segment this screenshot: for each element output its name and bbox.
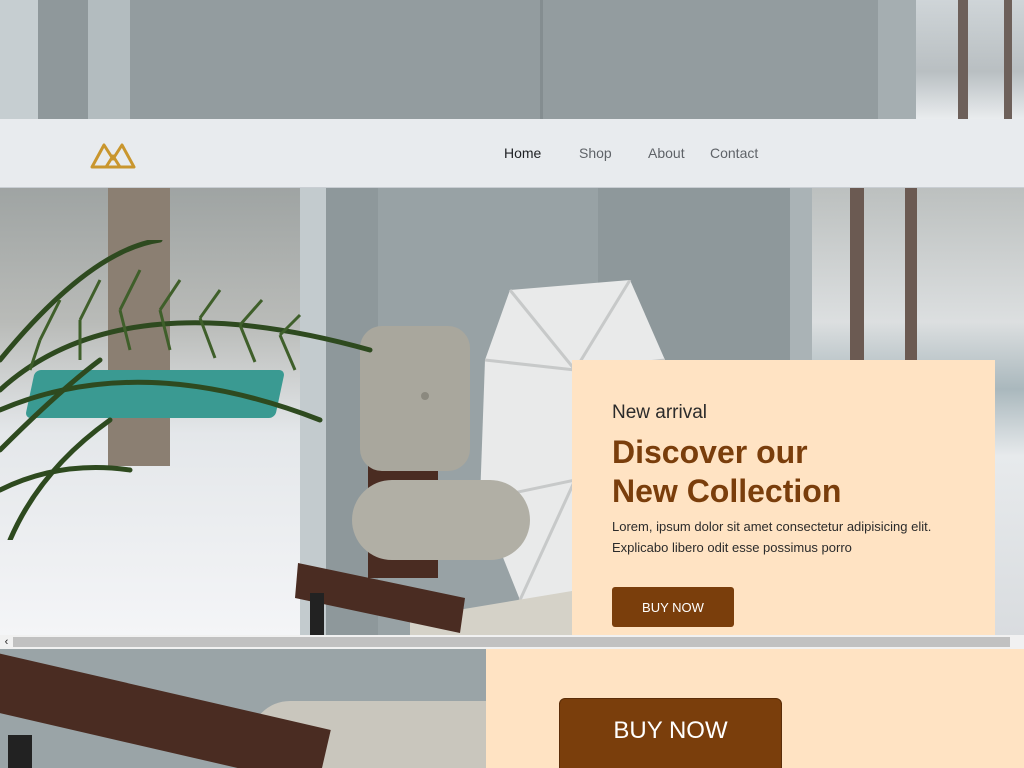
hero-eyebrow: New arrival [612, 402, 708, 423]
nav-link-about[interactable]: About [648, 145, 685, 161]
chevron-left-icon[interactable]: ‹ [0, 635, 13, 649]
navbar: Home Shop About Contact [0, 119, 1024, 188]
background-photo-top [0, 0, 1024, 119]
window-frame [88, 0, 130, 119]
horizontal-scrollbar[interactable]: ‹ [0, 635, 1024, 649]
nav-link-contact[interactable]: Contact [710, 145, 758, 161]
hero-description-line: Lorem, ipsum dolor sit amet consectetur … [612, 519, 932, 534]
wall [130, 0, 910, 119]
hero-title-line: New Collection [612, 473, 842, 509]
window-frame [0, 0, 38, 119]
nav-link-home[interactable]: Home [504, 145, 541, 161]
hero-description-line: Explicabo libero odit esse possimus porr… [612, 540, 852, 555]
palm-plant-image [0, 240, 373, 540]
buy-now-button[interactable]: BUY NOW [612, 587, 734, 627]
hero-card: New arrival Discover our New Collection … [572, 360, 995, 635]
scrollbar-thumb[interactable] [13, 637, 1010, 647]
mountain-logo-icon[interactable] [90, 141, 136, 169]
hero-title: Discover our New Collection [612, 433, 972, 511]
chair-leg [8, 735, 32, 768]
hero-description: Lorem, ipsum dolor sit amet consectetur … [612, 516, 972, 558]
tree-trunk [905, 188, 917, 363]
lower-section: BUY NOW [0, 649, 1024, 768]
nav-link-shop[interactable]: Shop [579, 145, 612, 161]
window-frame [878, 0, 916, 119]
wall-corner [540, 0, 543, 119]
hero-title-line: Discover our [612, 434, 808, 470]
tree-trunk [850, 188, 864, 363]
tree-trunk [958, 0, 968, 119]
tree-trunk [1004, 0, 1012, 119]
buy-now-large-button[interactable]: BUY NOW [559, 698, 782, 768]
